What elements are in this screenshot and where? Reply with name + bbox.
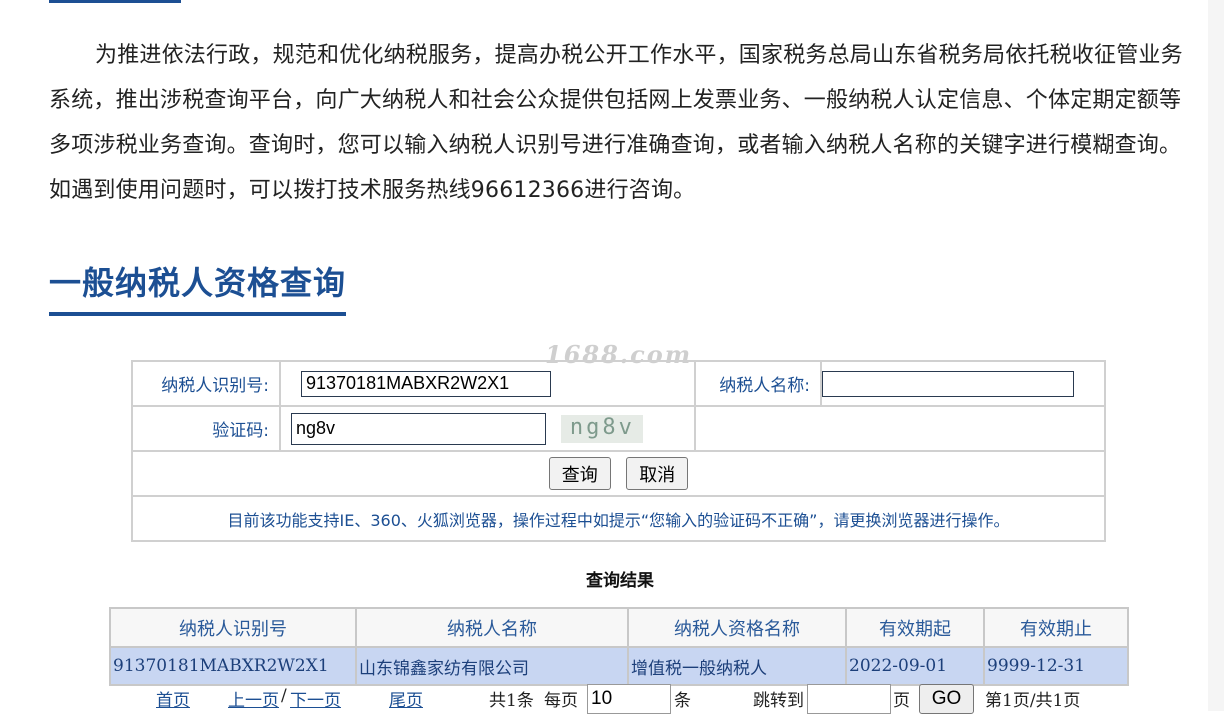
per-page-label: 每页 [544,691,578,711]
cell-valid-to: 9999-12-31 [983,646,1129,686]
jump-label: 跳转到 [753,691,804,711]
column-header: 有效期起 [845,607,985,648]
captcha-cell: ng8v [279,405,696,452]
taxpayer-id-cell [279,360,696,407]
results-title: 查询结果 [586,571,654,591]
table-row[interactable]: 91370181MABXR2W2X1 山东锦鑫家纺有限公司 增值税一般纳税人 2… [109,646,1129,686]
prev-page-link[interactable]: 上一页 [228,686,279,711]
per-page-unit: 条 [674,691,691,711]
jump-page-input[interactable] [807,684,891,714]
query-form: 纳税人识别号: 纳税人名称: 验证码: ng8v 查询 取消 目前该功能支持IE… [131,360,1106,542]
taxpayer-name-cell [820,360,1106,407]
total-count: 共1条 [489,691,534,711]
cell-taxpayer-name: 山东锦鑫家纺有限公司 [355,646,629,686]
column-header: 纳税人名称 [355,607,629,648]
taxpayer-id-input[interactable] [301,370,551,397]
results-header-row: 纳税人识别号 纳税人名称 纳税人资格名称 有效期起 有效期止 [109,607,1129,648]
top-accent-rule [49,0,181,3]
cell-valid-from: 2022-09-01 [845,646,985,686]
cancel-button[interactable]: 取消 [626,457,689,490]
per-page-input[interactable] [587,684,671,714]
browser-notice: 目前该功能支持IE、360、火狐浏览器，操作过程中如提示“您输入的验证码不正确”… [131,495,1106,542]
results-table: 纳税人识别号 纳税人名称 纳税人资格名称 有效期起 有效期止 91370181M… [109,607,1129,686]
intro-paragraph: 为推进依法行政，规范和优化纳税服务，提高办税公开工作水平，国家税务总局山东省税务… [49,43,1183,203]
pager-separator: / [281,686,287,706]
page-unit: 页 [893,691,910,711]
column-header: 有效期止 [983,607,1129,648]
next-page-link[interactable]: 下一页 [290,686,341,711]
scrollbar[interactable] [1208,0,1224,711]
taxpayer-name-label: 纳税人名称: [694,360,822,407]
last-page-link[interactable]: 尾页 [389,686,423,711]
search-button[interactable]: 查询 [548,457,611,490]
section-title: 一般纳税人资格查询 [49,264,347,302]
captcha-image[interactable]: ng8v [561,415,644,443]
captcha-input[interactable] [291,412,546,445]
empty-cell [694,405,1106,452]
column-header: 纳税人识别号 [109,607,357,648]
taxpayer-name-input[interactable] [822,370,1074,397]
title-underline [49,312,346,316]
cell-taxpayer-id: 91370181MABXR2W2X1 [109,646,357,686]
cell-qualification: 增值税一般纳税人 [627,646,847,686]
pagination: 首页 上一页 / 下一页 尾页 共1条 每页 条 跳转到 页 GO 第1页/共1… [0,683,1224,714]
captcha-label: 验证码: [131,405,281,452]
go-button[interactable]: GO [919,684,974,714]
page-info: 第1页/共1页 [985,691,1081,711]
button-row: 查询 取消 [131,450,1106,497]
taxpayer-id-label: 纳税人识别号: [131,360,281,407]
first-page-link[interactable]: 首页 [156,686,190,711]
column-header: 纳税人资格名称 [627,607,847,648]
